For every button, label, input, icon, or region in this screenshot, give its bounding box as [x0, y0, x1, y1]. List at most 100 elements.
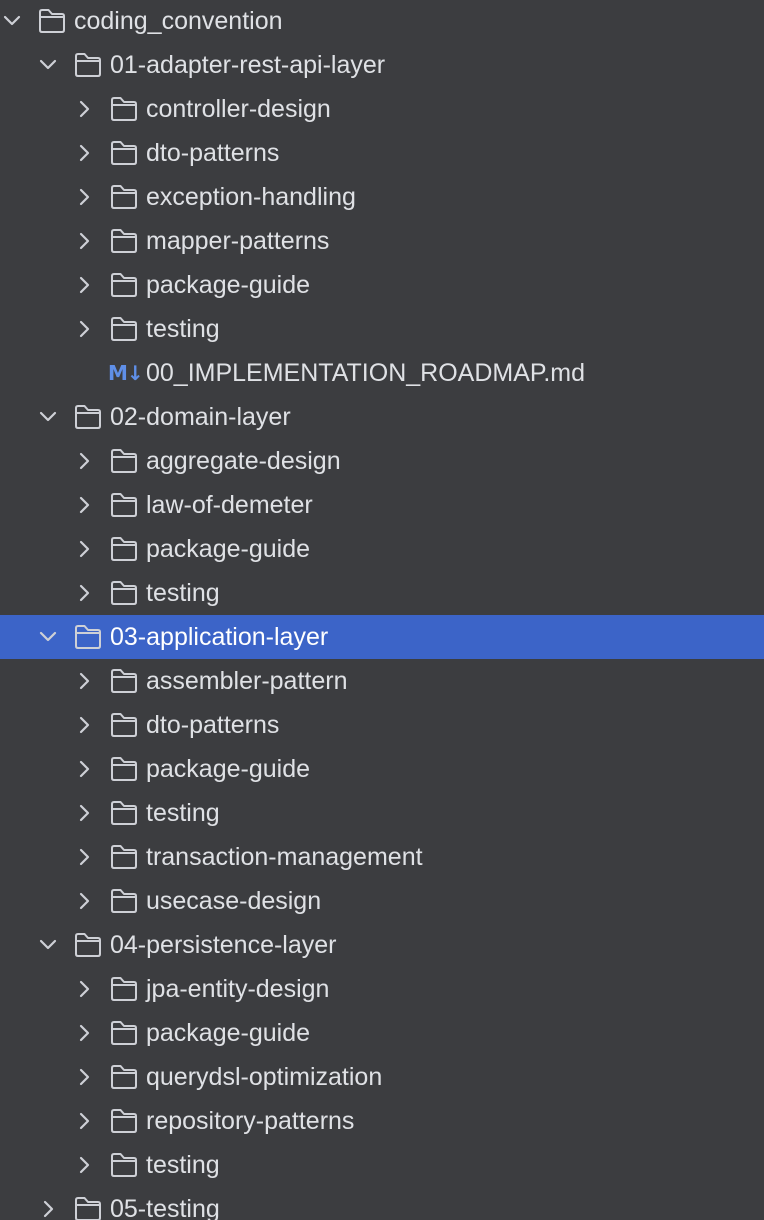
folder-icon [109, 95, 139, 123]
chevron-down-icon[interactable] [38, 55, 58, 75]
chevron-right-icon[interactable] [74, 979, 94, 999]
tree-item-label: assembler-pattern [146, 667, 348, 695]
folder-icon [109, 271, 139, 299]
folder-icon [73, 1195, 103, 1220]
tree-folder-row[interactable]: 02-domain-layer [0, 395, 764, 439]
tree-folder-row[interactable]: package-guide [0, 263, 764, 307]
tree-folder-row[interactable]: testing [0, 571, 764, 615]
chevron-right-icon[interactable] [74, 715, 94, 735]
tree-item-label: usecase-design [146, 887, 322, 915]
tree-item-label: testing [146, 799, 220, 827]
chevron-right-icon[interactable] [74, 451, 94, 471]
tree-item-label: jpa-entity-design [146, 975, 330, 1003]
chevron-right-icon[interactable] [74, 891, 94, 911]
tree-folder-row[interactable]: 05-testing [0, 1187, 764, 1220]
tree-item-label: testing [146, 579, 220, 607]
tree-folder-row[interactable]: dto-patterns [0, 703, 764, 747]
folder-icon [109, 755, 139, 783]
tree-item-label: repository-patterns [146, 1107, 355, 1135]
tree-item-label: 03-application-layer [110, 623, 329, 651]
chevron-right-icon[interactable] [74, 803, 94, 823]
chevron-right-icon[interactable] [74, 539, 94, 559]
tree-item-label: 00_IMPLEMENTATION_ROADMAP.md [146, 359, 586, 387]
folder-icon [109, 1019, 139, 1047]
folder-icon [109, 1151, 139, 1179]
chevron-right-icon[interactable] [74, 1111, 94, 1131]
folder-icon [37, 7, 67, 35]
tree-folder-row[interactable]: jpa-entity-design [0, 967, 764, 1011]
folder-icon [109, 183, 139, 211]
tree-folder-row[interactable]: testing [0, 791, 764, 835]
tree-folder-row[interactable]: aggregate-design [0, 439, 764, 483]
folder-icon [109, 491, 139, 519]
folder-icon [109, 667, 139, 695]
tree-item-label: mapper-patterns [146, 227, 330, 255]
tree-item-label: 04-persistence-layer [110, 931, 337, 959]
tree-folder-row[interactable]: exception-handling [0, 175, 764, 219]
chevron-down-icon[interactable] [2, 11, 22, 31]
folder-icon [109, 139, 139, 167]
tree-folder-row[interactable]: 01-adapter-rest-api-layer [0, 43, 764, 87]
chevron-down-icon[interactable] [38, 935, 58, 955]
tree-folder-row[interactable]: coding_convention [0, 0, 764, 43]
chevron-right-icon[interactable] [74, 583, 94, 603]
folder-icon [109, 579, 139, 607]
chevron-right-icon[interactable] [74, 759, 94, 779]
folder-icon [73, 623, 103, 651]
tree-folder-row[interactable]: 03-application-layer [0, 615, 764, 659]
folder-icon [109, 887, 139, 915]
tree-folder-row[interactable]: assembler-pattern [0, 659, 764, 703]
tree-folder-row[interactable]: package-guide [0, 747, 764, 791]
markdown-file-icon: M↓ [108, 361, 144, 385]
chevron-right-icon[interactable] [74, 1155, 94, 1175]
chevron-right-icon[interactable] [74, 143, 94, 163]
chevron-right-icon[interactable] [74, 187, 94, 207]
tree-item-label: aggregate-design [146, 447, 341, 475]
project-tree: coding_convention 01-adapter-rest-api-lay… [0, 0, 764, 1220]
folder-icon [109, 1063, 139, 1091]
tree-folder-row[interactable]: controller-design [0, 87, 764, 131]
folder-icon [109, 227, 139, 255]
chevron-down-icon[interactable] [38, 407, 58, 427]
chevron-right-icon[interactable] [38, 1199, 58, 1219]
chevron-right-icon[interactable] [74, 671, 94, 691]
tree-folder-row[interactable]: querydsl-optimization [0, 1055, 764, 1099]
tree-item-label: querydsl-optimization [146, 1063, 383, 1091]
folder-icon [109, 799, 139, 827]
tree-item-label: package-guide [146, 1019, 311, 1047]
tree-folder-row[interactable]: testing [0, 307, 764, 351]
tree-folder-row[interactable]: transaction-management [0, 835, 764, 879]
tree-item-label: package-guide [146, 755, 311, 783]
folder-icon [73, 51, 103, 79]
tree-folder-row[interactable]: law-of-demeter [0, 483, 764, 527]
tree-folder-row[interactable]: package-guide [0, 1011, 764, 1055]
folder-icon [73, 931, 103, 959]
tree-folder-row[interactable]: testing [0, 1143, 764, 1187]
chevron-right-icon[interactable] [74, 231, 94, 251]
tree-item-label: 01-adapter-rest-api-layer [110, 51, 386, 79]
tree-folder-row[interactable]: mapper-patterns [0, 219, 764, 263]
tree-folder-row[interactable]: usecase-design [0, 879, 764, 923]
folder-icon [109, 843, 139, 871]
tree-folder-row[interactable]: package-guide [0, 527, 764, 571]
chevron-right-icon[interactable] [74, 99, 94, 119]
chevron-right-icon[interactable] [74, 275, 94, 295]
tree-item-label: 05-testing [110, 1195, 220, 1220]
chevron-right-icon[interactable] [74, 1067, 94, 1087]
tree-item-label: dto-patterns [146, 711, 280, 739]
tree-item-label: testing [146, 315, 220, 343]
tree-item-label: transaction-management [146, 843, 423, 871]
chevron-right-icon[interactable] [74, 495, 94, 515]
folder-icon [109, 975, 139, 1003]
tree-folder-row[interactable]: 04-persistence-layer [0, 923, 764, 967]
chevron-right-icon[interactable] [74, 847, 94, 867]
tree-file-row[interactable]: M↓ 00_IMPLEMENTATION_ROADMAP.md [0, 351, 764, 395]
chevron-right-icon[interactable] [74, 319, 94, 339]
tree-folder-row[interactable]: repository-patterns [0, 1099, 764, 1143]
chevron-down-icon[interactable] [38, 627, 58, 647]
tree-item-label: controller-design [146, 95, 331, 123]
chevron-right-icon[interactable] [74, 1023, 94, 1043]
tree-folder-row[interactable]: dto-patterns [0, 131, 764, 175]
tree-item-label: 02-domain-layer [110, 403, 291, 431]
folder-icon [109, 1107, 139, 1135]
